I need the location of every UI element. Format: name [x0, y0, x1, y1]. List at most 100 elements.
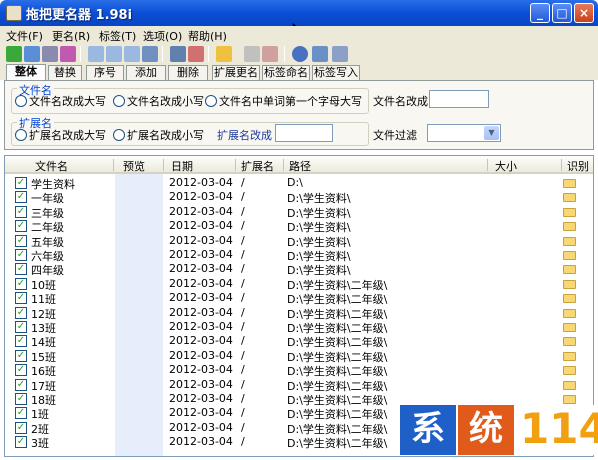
row-checkbox[interactable]: ✓ — [15, 349, 27, 362]
tab-add[interactable]: 添加 — [126, 65, 166, 80]
tab-delete[interactable]: 删除 — [168, 65, 208, 80]
filter-select[interactable]: ▼ — [427, 124, 501, 142]
row-date: 2012-03-04 — [169, 190, 233, 204]
row-checkbox[interactable]: ✓ — [15, 321, 27, 333]
ext-lower-radio[interactable]: 扩展名改成小写 — [113, 127, 204, 143]
menu-file[interactable]: 文件(F) — [6, 28, 43, 44]
table-row[interactable]: ✓ 四年级 2012-03-04/D:\学生资料\ — [5, 262, 593, 277]
row-ext: / — [241, 435, 245, 449]
menu-rename[interactable]: 更名(R) — [52, 28, 90, 44]
row-checkbox[interactable]: ✓ — [15, 306, 27, 319]
window-icon[interactable] — [312, 46, 328, 62]
case-icon[interactable] — [244, 46, 260, 62]
row-date: 2012-03-04 — [169, 204, 233, 218]
file-lower-radio[interactable]: 文件名改成小写 — [113, 93, 204, 109]
table-row[interactable]: ✓ 五年级 2012-03-04/D:\学生资料\ — [5, 234, 593, 249]
file-rename-input[interactable] — [429, 90, 489, 108]
watermark-char: 系 — [400, 405, 456, 455]
table-row[interactable]: ✓ 学生资料 2012-03-04/D:\ — [5, 176, 593, 191]
list-icon[interactable] — [142, 46, 158, 62]
column-divider[interactable] — [163, 159, 164, 171]
row-date: 2012-03-04 — [169, 219, 233, 233]
table-row[interactable]: ✓ 17班 2012-03-04/D:\学生资料\二年级\ — [5, 378, 593, 393]
col-date[interactable]: 日期 — [171, 158, 193, 174]
column-divider[interactable] — [113, 159, 114, 171]
document-icon[interactable] — [170, 46, 186, 62]
go-icon[interactable] — [6, 46, 22, 62]
minimize-button[interactable]: _ — [530, 3, 550, 23]
row-checkbox[interactable]: ✓ — [15, 364, 27, 377]
tab-tag-write[interactable]: 标签写入 — [312, 65, 360, 80]
col-preview[interactable]: 预览 — [123, 158, 145, 174]
tab-whole[interactable]: 整体 — [6, 64, 46, 80]
menu-options[interactable]: 选项(O) — [143, 28, 182, 44]
maximize-button[interactable]: □ — [552, 3, 572, 23]
check-icon[interactable] — [60, 46, 76, 62]
table-row[interactable]: ✓ 11班 2012-03-04/D:\学生资料\二年级\ — [5, 291, 593, 306]
col-recognize[interactable]: 识别 — [567, 158, 589, 174]
row-checkbox[interactable]: ✓ — [15, 177, 27, 189]
pencil-icon[interactable] — [216, 46, 232, 62]
file-upper-radio[interactable]: 文件名改成大写 — [15, 93, 106, 109]
table-row[interactable]: ✓ 14班 2012-03-04/D:\学生资料\二年级\ — [5, 334, 593, 349]
case2-icon[interactable] — [262, 46, 278, 62]
table-row[interactable]: ✓ 三年级 2012-03-04/D:\学生资料\ — [5, 204, 593, 220]
row-checkbox[interactable]: ✓ — [15, 234, 27, 247]
row-checkbox[interactable]: ✓ — [15, 191, 27, 204]
delete-doc-icon[interactable] — [188, 46, 204, 62]
watermark-number: 114 — [520, 404, 598, 455]
table-row[interactable]: ✓ 六年级 2012-03-04/D:\学生资料\ — [5, 248, 593, 263]
row-ext: / — [241, 262, 245, 276]
tool-icon[interactable] — [332, 46, 348, 62]
row-checkbox[interactable]: ✓ — [15, 205, 27, 218]
row-checkbox[interactable]: ✓ — [15, 378, 27, 391]
tab-ext-rename[interactable]: 扩展更名 — [212, 65, 260, 80]
table-row[interactable]: ✓ 15班 2012-03-04/D:\学生资料\二年级\ — [5, 349, 593, 364]
table-row[interactable]: ✓ 10班 2012-03-04/D:\学生资料\二年级\ — [5, 277, 593, 292]
col-path[interactable]: 路径 — [289, 158, 311, 174]
music-tag-icon[interactable] — [88, 46, 104, 62]
row-ext: / — [241, 291, 245, 305]
menu-tags[interactable]: 标签(T) — [99, 28, 136, 44]
column-divider[interactable] — [235, 159, 236, 171]
column-divider[interactable] — [561, 159, 562, 171]
tab-sequence[interactable]: 序号 — [86, 65, 124, 80]
search-icon[interactable] — [24, 46, 40, 62]
folder-icon — [563, 294, 576, 304]
row-checkbox[interactable]: ✓ — [15, 436, 27, 449]
close-button[interactable]: × — [574, 3, 594, 23]
watermark-char: 统 — [458, 405, 514, 455]
music-tag2-icon[interactable] — [106, 46, 122, 62]
row-checkbox[interactable]: ✓ — [15, 277, 27, 290]
row-checkbox[interactable]: ✓ — [15, 335, 27, 348]
table-row[interactable]: ✓ 13班 2012-03-04/D:\学生资料\二年级\ — [5, 320, 593, 335]
col-filename[interactable]: 文件名 — [35, 158, 68, 174]
col-size[interactable]: 大小 — [495, 158, 517, 174]
file-wordcap-radio[interactable]: 文件名中单词第一个字母大写 — [205, 93, 362, 109]
row-checkbox[interactable]: ✓ — [15, 407, 27, 420]
table-row[interactable]: ✓ 一年级 2012-03-04/D:\学生资料\ — [5, 190, 593, 205]
column-divider[interactable] — [487, 159, 488, 171]
ext-rename-input[interactable] — [275, 124, 333, 142]
column-divider[interactable] — [283, 159, 284, 171]
music-tag3-icon[interactable] — [124, 46, 140, 62]
table-row[interactable]: ✓ 16班 2012-03-04/D:\学生资料\二年级\ — [5, 363, 593, 378]
row-checkbox[interactable]: ✓ — [15, 263, 27, 276]
row-checkbox[interactable]: ✓ — [15, 421, 27, 434]
row-checkbox[interactable]: ✓ — [15, 220, 27, 233]
undo-icon[interactable] — [42, 46, 58, 62]
ext-upper-radio[interactable]: 扩展名改成大写 — [15, 127, 106, 143]
chevron-down-icon[interactable]: ▼ — [484, 126, 499, 140]
table-row[interactable]: ✓ 12班 2012-03-04/D:\学生资料\二年级\ — [5, 306, 593, 321]
row-checkbox[interactable]: ✓ — [15, 292, 27, 305]
clock-icon[interactable] — [292, 46, 308, 62]
tab-replace[interactable]: 替换 — [48, 65, 82, 80]
tab-tag-naming[interactable]: 标签命名 — [262, 65, 310, 80]
row-ext: / — [241, 176, 245, 189]
menu-bar: 文件(F) 更名(R) 标签(T) 选项(O) 帮助(H) — [0, 26, 598, 44]
col-ext[interactable]: 扩展名 — [241, 158, 274, 174]
row-checkbox[interactable]: ✓ — [15, 249, 27, 261]
row-checkbox[interactable]: ✓ — [15, 393, 27, 405]
table-row[interactable]: ✓ 二年级 2012-03-04/D:\学生资料\ — [5, 219, 593, 234]
menu-help[interactable]: 帮助(H) — [188, 28, 227, 44]
